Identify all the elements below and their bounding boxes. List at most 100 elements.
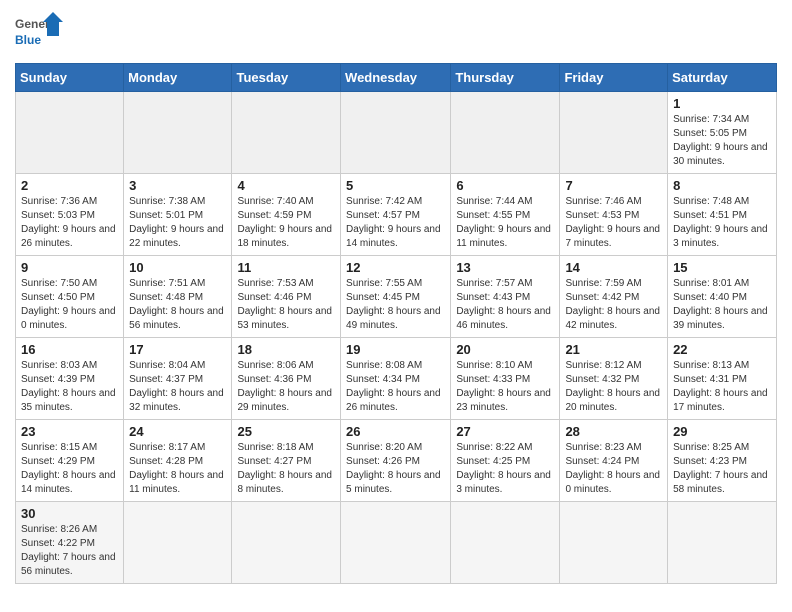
day-number: 17 bbox=[129, 342, 226, 357]
day-info: Sunrise: 8:22 AM Sunset: 4:25 PM Dayligh… bbox=[456, 441, 554, 497]
day-number: 13 bbox=[456, 260, 554, 275]
day-number: 23 bbox=[21, 424, 118, 439]
day-cell bbox=[341, 92, 451, 174]
day-info: Sunrise: 7:38 AM Sunset: 5:01 PM Dayligh… bbox=[129, 195, 226, 251]
week-row-2: 2 Sunrise: 7:36 AM Sunset: 5:03 PM Daylig… bbox=[16, 174, 777, 256]
day-cell: 19 Sunrise: 8:08 AM Sunset: 4:34 PM Dayli… bbox=[341, 338, 451, 420]
day-info: Sunrise: 8:12 AM Sunset: 4:32 PM Dayligh… bbox=[565, 359, 662, 415]
day-cell: 8Sunrise: 7:48 AM Sunset: 4:51 PM Daylig… bbox=[668, 174, 777, 256]
column-header-saturday: Saturday bbox=[668, 64, 777, 92]
day-cell: 22 Sunrise: 8:13 AM Sunset: 4:31 PM Dayli… bbox=[668, 338, 777, 420]
day-cell: 4 Sunrise: 7:40 AM Sunset: 4:59 PM Daylig… bbox=[232, 174, 341, 256]
column-header-wednesday: Wednesday bbox=[341, 64, 451, 92]
day-info: Sunrise: 7:48 AM Sunset: 4:51 PM Dayligh… bbox=[673, 195, 771, 251]
day-number: 5 bbox=[346, 178, 445, 193]
day-info: Sunrise: 8:23 AM Sunset: 4:24 PM Dayligh… bbox=[565, 441, 662, 497]
day-cell: 29Sunrise: 8:25 AM Sunset: 4:23 PM Dayli… bbox=[668, 420, 777, 502]
day-cell: 28Sunrise: 8:23 AM Sunset: 4:24 PM Dayli… bbox=[560, 420, 668, 502]
day-number: 10 bbox=[129, 260, 226, 275]
day-cell: 18 Sunrise: 8:06 AM Sunset: 4:36 PM Dayli… bbox=[232, 338, 341, 420]
day-info: Sunrise: 8:17 AM Sunset: 4:28 PM Dayligh… bbox=[129, 441, 226, 497]
day-number: 12 bbox=[346, 260, 445, 275]
day-cell bbox=[451, 502, 560, 584]
day-number: 2 bbox=[21, 178, 118, 193]
day-info: Sunrise: 8:26 AM Sunset: 4:22 PM Dayligh… bbox=[21, 523, 118, 579]
day-cell bbox=[124, 502, 232, 584]
column-header-friday: Friday bbox=[560, 64, 668, 92]
day-cell bbox=[341, 502, 451, 584]
day-cell: 7 Sunrise: 7:46 AM Sunset: 4:53 PM Daylig… bbox=[560, 174, 668, 256]
day-cell bbox=[560, 92, 668, 174]
day-info: Sunrise: 8:01 AM Sunset: 4:40 PM Dayligh… bbox=[673, 277, 771, 333]
day-info: Sunrise: 8:18 AM Sunset: 4:27 PM Dayligh… bbox=[237, 441, 335, 497]
day-info: Sunrise: 8:08 AM Sunset: 4:34 PM Dayligh… bbox=[346, 359, 445, 415]
day-info: Sunrise: 7:55 AM Sunset: 4:45 PM Dayligh… bbox=[346, 277, 445, 333]
day-cell: 10 Sunrise: 7:51 AM Sunset: 4:48 PM Dayli… bbox=[124, 256, 232, 338]
week-row-6: 30 Sunrise: 8:26 AM Sunset: 4:22 PM Dayli… bbox=[16, 502, 777, 584]
day-cell: 16 Sunrise: 8:03 AM Sunset: 4:39 PM Dayli… bbox=[16, 338, 124, 420]
day-cell: 5Sunrise: 7:42 AM Sunset: 4:57 PM Daylig… bbox=[341, 174, 451, 256]
day-info: Sunrise: 7:50 AM Sunset: 4:50 PM Dayligh… bbox=[21, 277, 118, 333]
day-info: Sunrise: 7:40 AM Sunset: 4:59 PM Dayligh… bbox=[237, 195, 335, 251]
day-cell: 17Sunrise: 8:04 AM Sunset: 4:37 PM Dayli… bbox=[124, 338, 232, 420]
day-info: Sunrise: 7:44 AM Sunset: 4:55 PM Dayligh… bbox=[456, 195, 554, 251]
day-info: Sunrise: 7:57 AM Sunset: 4:43 PM Dayligh… bbox=[456, 277, 554, 333]
day-cell: 3 Sunrise: 7:38 AM Sunset: 5:01 PM Daylig… bbox=[124, 174, 232, 256]
day-number: 16 bbox=[21, 342, 118, 357]
day-cell bbox=[560, 502, 668, 584]
column-header-sunday: Sunday bbox=[16, 64, 124, 92]
day-cell bbox=[124, 92, 232, 174]
day-cell: 1 Sunrise: 7:34 AM Sunset: 5:05 PM Daylig… bbox=[668, 92, 777, 174]
day-number: 19 bbox=[346, 342, 445, 357]
day-info: Sunrise: 8:25 AM Sunset: 4:23 PM Dayligh… bbox=[673, 441, 771, 497]
day-number: 4 bbox=[237, 178, 335, 193]
day-info: Sunrise: 7:53 AM Sunset: 4:46 PM Dayligh… bbox=[237, 277, 335, 333]
day-number: 27 bbox=[456, 424, 554, 439]
header-row: SundayMondayTuesdayWednesdayThursdayFrid… bbox=[16, 64, 777, 92]
day-cell: 23 Sunrise: 8:15 AM Sunset: 4:29 PM Dayli… bbox=[16, 420, 124, 502]
day-number: 20 bbox=[456, 342, 554, 357]
day-info: Sunrise: 8:06 AM Sunset: 4:36 PM Dayligh… bbox=[237, 359, 335, 415]
week-row-1: 1 Sunrise: 7:34 AM Sunset: 5:05 PM Daylig… bbox=[16, 92, 777, 174]
day-info: Sunrise: 8:10 AM Sunset: 4:33 PM Dayligh… bbox=[456, 359, 554, 415]
column-header-monday: Monday bbox=[124, 64, 232, 92]
day-number: 9 bbox=[21, 260, 118, 275]
day-info: Sunrise: 7:34 AM Sunset: 5:05 PM Dayligh… bbox=[673, 113, 771, 169]
day-cell bbox=[451, 92, 560, 174]
day-cell: 14Sunrise: 7:59 AM Sunset: 4:42 PM Dayli… bbox=[560, 256, 668, 338]
column-header-tuesday: Tuesday bbox=[232, 64, 341, 92]
svg-text:Blue: Blue bbox=[15, 33, 41, 47]
day-number: 1 bbox=[673, 96, 771, 111]
day-number: 3 bbox=[129, 178, 226, 193]
day-info: Sunrise: 7:46 AM Sunset: 4:53 PM Dayligh… bbox=[565, 195, 662, 251]
day-number: 14 bbox=[565, 260, 662, 275]
day-cell: 12 Sunrise: 7:55 AM Sunset: 4:45 PM Dayli… bbox=[341, 256, 451, 338]
day-cell: 11Sunrise: 7:53 AM Sunset: 4:46 PM Dayli… bbox=[232, 256, 341, 338]
day-number: 22 bbox=[673, 342, 771, 357]
day-info: Sunrise: 8:13 AM Sunset: 4:31 PM Dayligh… bbox=[673, 359, 771, 415]
day-cell: 6Sunrise: 7:44 AM Sunset: 4:55 PM Daylig… bbox=[451, 174, 560, 256]
day-number: 30 bbox=[21, 506, 118, 521]
week-row-3: 9 Sunrise: 7:50 AM Sunset: 4:50 PM Daylig… bbox=[16, 256, 777, 338]
calendar-table: SundayMondayTuesdayWednesdayThursdayFrid… bbox=[15, 63, 777, 584]
day-info: Sunrise: 8:03 AM Sunset: 4:39 PM Dayligh… bbox=[21, 359, 118, 415]
day-number: 26 bbox=[346, 424, 445, 439]
week-row-4: 16 Sunrise: 8:03 AM Sunset: 4:39 PM Dayli… bbox=[16, 338, 777, 420]
day-cell: 25Sunrise: 8:18 AM Sunset: 4:27 PM Dayli… bbox=[232, 420, 341, 502]
day-cell: 27 Sunrise: 8:22 AM Sunset: 4:25 PM Dayli… bbox=[451, 420, 560, 502]
day-cell bbox=[232, 92, 341, 174]
day-number: 18 bbox=[237, 342, 335, 357]
day-info: Sunrise: 8:20 AM Sunset: 4:26 PM Dayligh… bbox=[346, 441, 445, 497]
week-row-5: 23 Sunrise: 8:15 AM Sunset: 4:29 PM Dayli… bbox=[16, 420, 777, 502]
logo-svg: General Blue bbox=[15, 10, 65, 55]
day-cell: 15Sunrise: 8:01 AM Sunset: 4:40 PM Dayli… bbox=[668, 256, 777, 338]
day-info: Sunrise: 7:51 AM Sunset: 4:48 PM Dayligh… bbox=[129, 277, 226, 333]
day-number: 7 bbox=[565, 178, 662, 193]
page-header: General Blue bbox=[15, 10, 777, 55]
column-header-thursday: Thursday bbox=[451, 64, 560, 92]
day-info: Sunrise: 7:36 AM Sunset: 5:03 PM Dayligh… bbox=[21, 195, 118, 251]
day-info: Sunrise: 8:15 AM Sunset: 4:29 PM Dayligh… bbox=[21, 441, 118, 497]
day-cell: 13 Sunrise: 7:57 AM Sunset: 4:43 PM Dayli… bbox=[451, 256, 560, 338]
day-cell: 9 Sunrise: 7:50 AM Sunset: 4:50 PM Daylig… bbox=[16, 256, 124, 338]
day-cell: 30 Sunrise: 8:26 AM Sunset: 4:22 PM Dayli… bbox=[16, 502, 124, 584]
